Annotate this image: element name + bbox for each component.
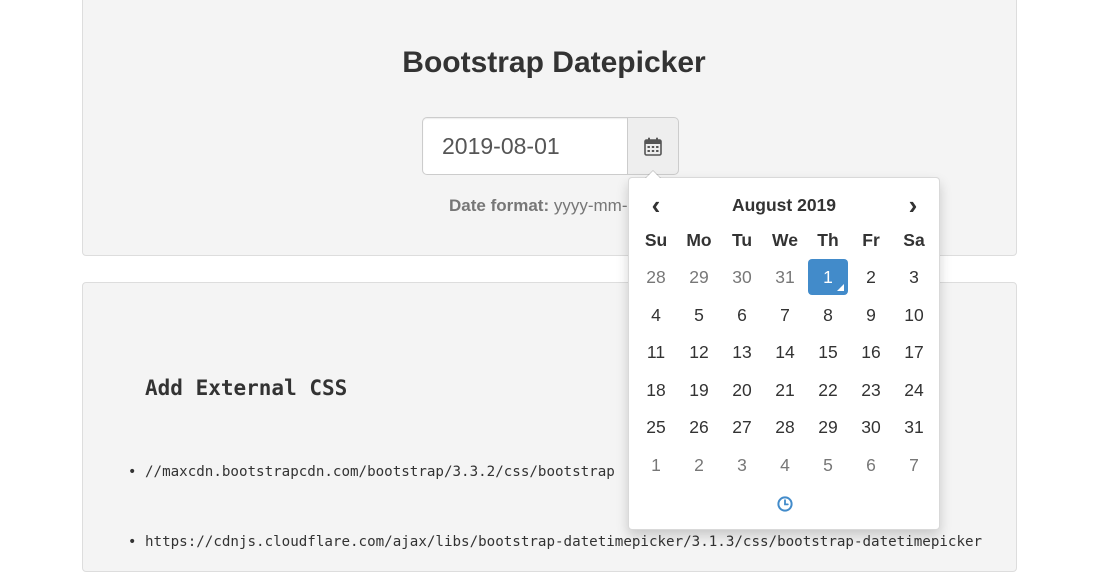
page-title: Bootstrap Datepicker xyxy=(402,46,706,79)
day-cell[interactable]: 10 xyxy=(894,297,934,333)
day-cell[interactable]: 12 xyxy=(679,334,719,370)
datepicker-dropdown: ‹ August 2019 › Su Mo Tu We Th Fr Sa 28 29 30 31 1 2… xyxy=(628,170,940,530)
day-cell[interactable]: 6 xyxy=(722,297,762,333)
day-cell[interactable]: 29 xyxy=(808,409,848,445)
date-format-value: yyyy-mm- xyxy=(553,196,628,215)
day-cell[interactable]: 7 xyxy=(765,297,805,333)
weekday-header: Mo xyxy=(686,230,712,250)
day-cell[interactable]: 13 xyxy=(722,334,762,370)
day-cell[interactable]: 28 xyxy=(636,259,676,295)
clock-icon xyxy=(777,496,793,512)
day-cell-selected[interactable]: 1 xyxy=(808,259,848,295)
day-cell[interactable]: 16 xyxy=(851,334,891,370)
calendar-icon xyxy=(644,137,662,156)
day-cell[interactable]: 29 xyxy=(679,259,719,295)
day-cell[interactable]: 26 xyxy=(679,409,719,445)
day-cell[interactable]: 11 xyxy=(636,334,676,370)
day-cell[interactable]: 6 xyxy=(851,447,891,483)
date-input-group xyxy=(422,117,679,175)
day-cell[interactable]: 22 xyxy=(808,372,848,408)
day-cell[interactable]: 17 xyxy=(894,334,934,370)
day-cell[interactable]: 2 xyxy=(679,447,719,483)
month-switch[interactable]: August 2019 xyxy=(727,190,841,220)
day-cell[interactable]: 3 xyxy=(722,447,762,483)
weekday-header: Tu xyxy=(731,230,753,250)
css-url: https://cdnjs.cloudflare.com/ajax/libs/b… xyxy=(145,534,983,550)
bullet: • xyxy=(128,464,137,480)
day-cell[interactable]: 5 xyxy=(679,297,719,333)
day-cell[interactable]: 23 xyxy=(851,372,891,408)
day-cell[interactable]: 4 xyxy=(765,447,805,483)
day-cell[interactable]: 7 xyxy=(894,447,934,483)
day-cell[interactable]: 2 xyxy=(851,259,891,295)
weekday-header: Fr xyxy=(862,230,880,250)
day-cell[interactable]: 9 xyxy=(851,297,891,333)
day-cell[interactable]: 3 xyxy=(894,259,934,295)
day-cell[interactable]: 19 xyxy=(679,372,719,408)
day-cell[interactable]: 21 xyxy=(765,372,805,408)
dropdown-caret-inner xyxy=(646,171,660,178)
date-input[interactable] xyxy=(422,117,628,175)
day-cell[interactable]: 18 xyxy=(636,372,676,408)
bullet: • xyxy=(128,534,137,550)
next-month-button[interactable]: › xyxy=(893,190,933,220)
day-cell[interactable]: 20 xyxy=(722,372,762,408)
weekday-header: Th xyxy=(817,230,839,250)
day-cell[interactable]: 25 xyxy=(636,409,676,445)
day-cell[interactable]: 4 xyxy=(636,297,676,333)
day-cell[interactable]: 27 xyxy=(722,409,762,445)
list-item: • //maxcdn.bootstrapcdn.com/bootstrap/3.… xyxy=(128,464,615,480)
time-toggle-button[interactable] xyxy=(765,487,805,521)
date-format-hint: Date format: yyyy-mm- xyxy=(449,196,628,216)
day-cell[interactable]: 14 xyxy=(765,334,805,370)
day-cell[interactable]: 5 xyxy=(808,447,848,483)
day-cell[interactable]: 24 xyxy=(894,372,934,408)
date-format-label: Date format: xyxy=(449,196,550,215)
day-cell[interactable]: 1 xyxy=(636,447,676,483)
day-cell[interactable]: 8 xyxy=(808,297,848,333)
css-url: //maxcdn.bootstrapcdn.com/bootstrap/3.3.… xyxy=(145,464,615,480)
section-heading: Add External CSS xyxy=(145,376,348,400)
day-cell[interactable]: 28 xyxy=(765,409,805,445)
weekday-header: Su xyxy=(644,230,668,250)
day-cell[interactable]: 30 xyxy=(722,259,762,295)
weekday-header: We xyxy=(772,230,798,250)
prev-month-button[interactable]: ‹ xyxy=(636,190,676,220)
day-cell[interactable]: 31 xyxy=(894,409,934,445)
calendar-button[interactable] xyxy=(627,117,679,175)
day-cell[interactable]: 31 xyxy=(765,259,805,295)
day-cell[interactable]: 15 xyxy=(808,334,848,370)
list-item: • https://cdnjs.cloudflare.com/ajax/libs… xyxy=(128,534,983,550)
day-cell[interactable]: 30 xyxy=(851,409,891,445)
weekday-header: Sa xyxy=(903,230,925,250)
